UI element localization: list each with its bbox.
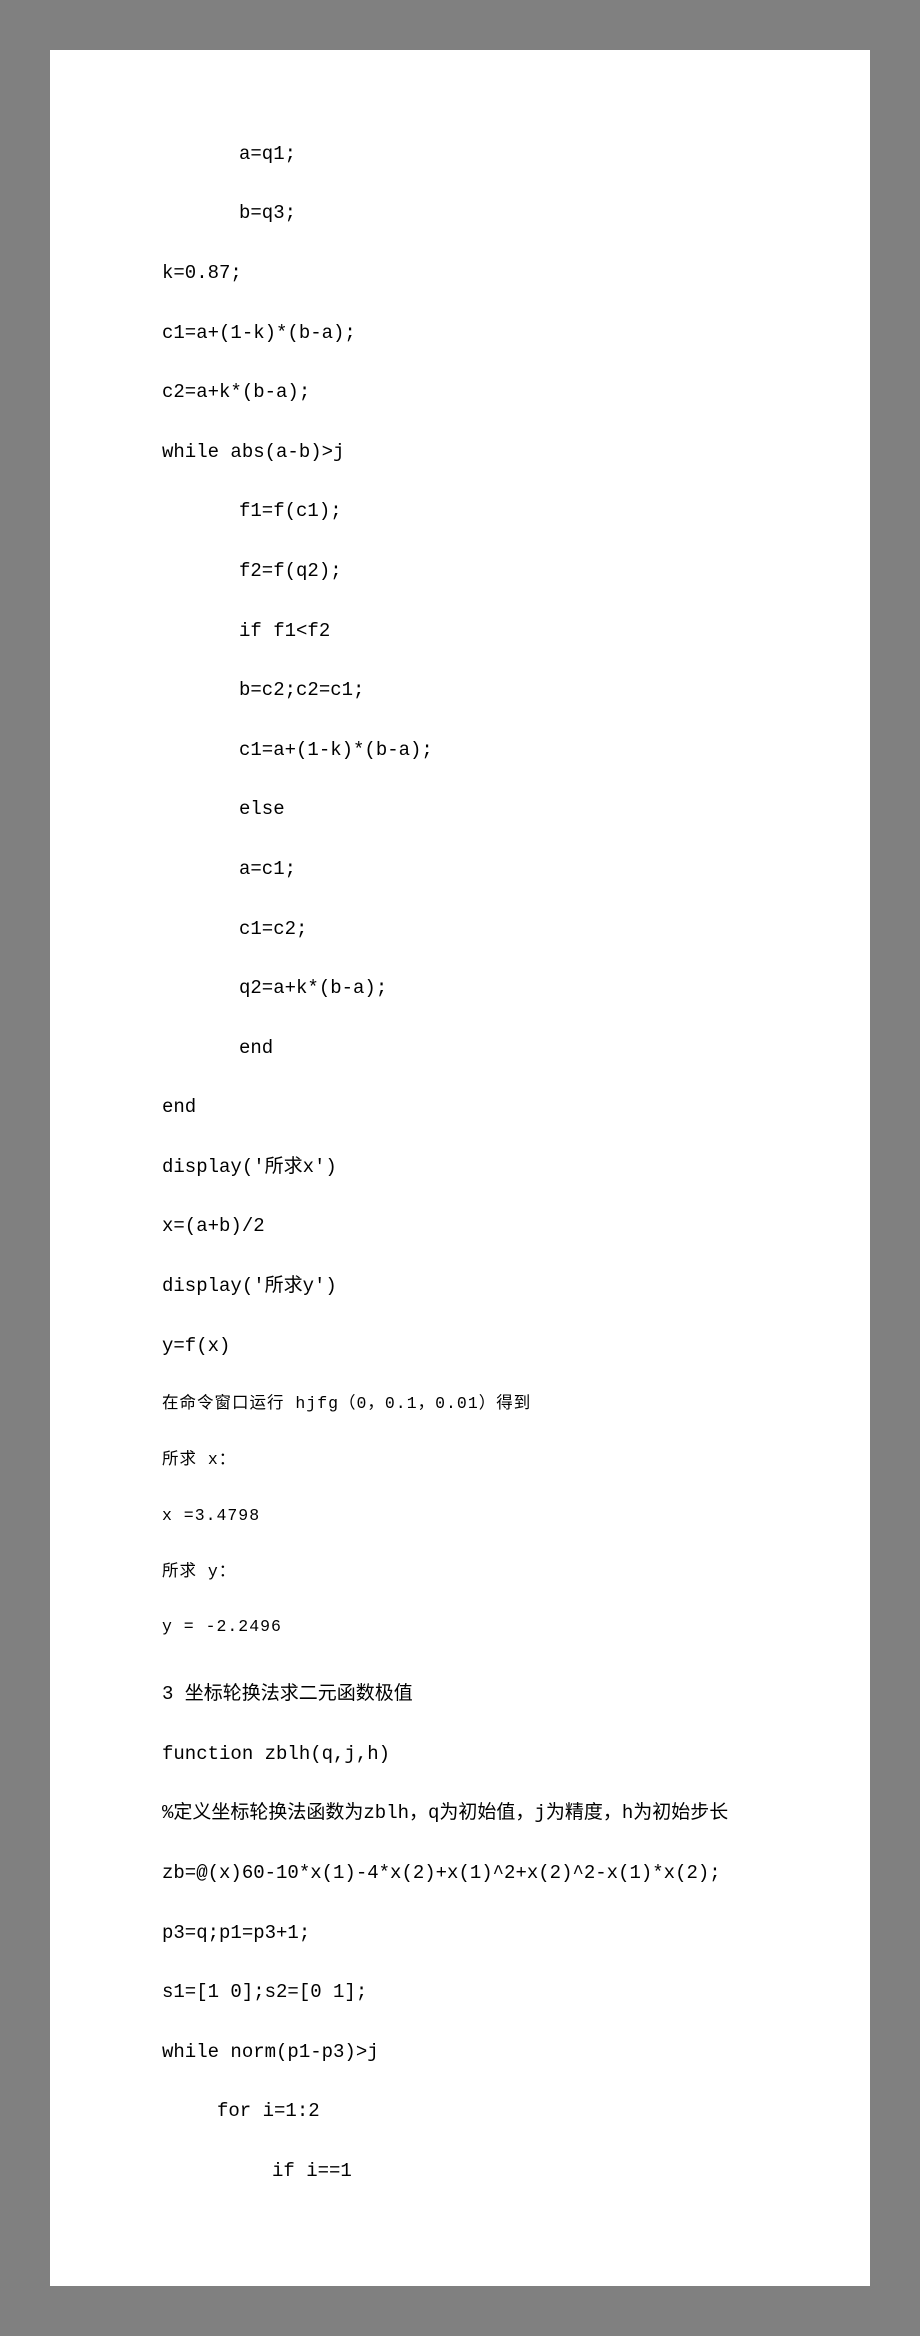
code-line: display('所求y') <box>162 1272 775 1302</box>
code-line: p3=q;p1=p3+1; <box>162 1919 775 1949</box>
code-line: c2=a+k*(b-a); <box>162 378 775 408</box>
code-line: if f1<f2 <box>162 617 775 647</box>
output-line: x =3.4798 <box>162 1503 775 1529</box>
code-line: %定义坐标轮换法函数为zblh，q为初始值，j为精度，h为初始步长 <box>162 1799 775 1829</box>
code-line: x=(a+b)/2 <box>162 1212 775 1242</box>
code-line: b=q3; <box>162 199 775 229</box>
code-line: k=0.87; <box>162 259 775 289</box>
code-line: f1=f(c1); <box>162 497 775 527</box>
code-line: end <box>162 1093 775 1123</box>
code-line: s1=[1 0];s2=[0 1]; <box>162 1978 775 2008</box>
document-page: a=q1; b=q3; k=0.87; c1=a+(1-k)*(b-a); c2… <box>50 50 870 2286</box>
code-line: c1=a+(1-k)*(b-a); <box>162 736 775 766</box>
code-line: while abs(a-b)>j <box>162 438 775 468</box>
code-line: for i=1:2 <box>162 2097 775 2127</box>
output-line: 所求 y： <box>162 1559 775 1585</box>
code-line: a=c1; <box>162 855 775 885</box>
section-heading: 3 坐标轮换法求二元函数极值 <box>162 1670 775 1710</box>
code-line: a=q1; <box>162 140 775 170</box>
code-line: y=f(x) <box>162 1332 775 1362</box>
code-line: zb=@(x)60-10*x(1)-4*x(2)+x(1)^2+x(2)^2-x… <box>162 1859 775 1889</box>
output-line: 所求 x： <box>162 1447 775 1473</box>
code-line: display('所求x') <box>162 1153 775 1183</box>
code-line: q2=a+k*(b-a); <box>162 974 775 1004</box>
code-line: c1=c2; <box>162 915 775 945</box>
document-content: a=q1; b=q3; k=0.87; c1=a+(1-k)*(b-a); c2… <box>162 110 775 2246</box>
code-line: while norm(p1-p3)>j <box>162 2038 775 2068</box>
code-line: f2=f(q2); <box>162 557 775 587</box>
code-line: else <box>162 795 775 825</box>
output-line: 在命令窗口运行 hjfg（0，0.1，0.01）得到 <box>162 1391 775 1417</box>
code-line: end <box>162 1034 775 1064</box>
code-line: b=c2;c2=c1; <box>162 676 775 706</box>
code-line: if i==1 <box>162 2157 775 2187</box>
output-line: y = -2.2496 <box>162 1614 775 1640</box>
code-line: c1=a+(1-k)*(b-a); <box>162 319 775 349</box>
code-line: function zblh(q,j,h) <box>162 1740 775 1770</box>
